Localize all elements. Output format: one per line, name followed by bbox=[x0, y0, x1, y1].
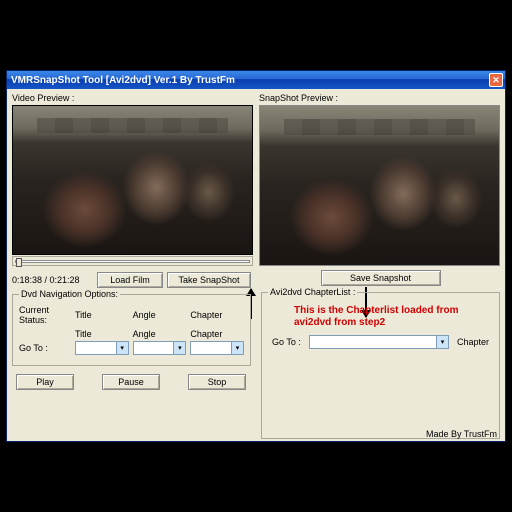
snapshot-still bbox=[260, 106, 499, 265]
video-still bbox=[13, 106, 252, 254]
chapterlist-note: This is the Chapterlist loaded from avi2… bbox=[294, 305, 493, 329]
window-body: Video Preview : SnapShot Preview : bbox=[7, 89, 505, 441]
close-icon: ✕ bbox=[492, 76, 500, 85]
load-film-button[interactable]: Load Film bbox=[97, 272, 163, 288]
snapshot-preview-box bbox=[259, 105, 500, 266]
take-snapshot-button[interactable]: Take SnapShot bbox=[167, 272, 251, 288]
left-controls: 0:18:38 / 0:21:28 Load Film Take SnapSho… bbox=[12, 266, 251, 439]
goto-label: Go To : bbox=[19, 343, 71, 353]
save-row: Save Snapshot bbox=[261, 270, 500, 286]
goto-chapter-combo[interactable]: ▾ bbox=[190, 341, 244, 355]
chapterlist-goto-label: Go To : bbox=[272, 337, 301, 347]
chapterlist-group: Avi2dvd ChapterList : This is the Chapte… bbox=[261, 292, 500, 439]
footer-credit: Made By TrustFm bbox=[426, 429, 497, 439]
save-snapshot-button[interactable]: Save Snapshot bbox=[321, 270, 441, 286]
playback-row: Play Pause Stop bbox=[12, 374, 251, 390]
current-status-label: Current Status: bbox=[19, 305, 71, 325]
goto-headers: Title Angle Chapter bbox=[19, 329, 244, 339]
chevron-down-icon: ▾ bbox=[173, 342, 185, 354]
seek-track bbox=[15, 260, 250, 263]
video-preview-label: Video Preview : bbox=[12, 93, 253, 103]
seek-slider[interactable] bbox=[12, 256, 253, 266]
goto-chapter-header: Chapter bbox=[190, 329, 244, 339]
goto-angle-combo[interactable]: ▾ bbox=[133, 341, 187, 355]
pause-button[interactable]: Pause bbox=[102, 374, 160, 390]
status-title-header: Title bbox=[75, 310, 129, 320]
dvd-nav-group: Dvd Navigation Options: Current Status: … bbox=[12, 294, 251, 366]
time-button-row: 0:18:38 / 0:21:28 Load Film Take SnapSho… bbox=[12, 272, 251, 288]
play-button[interactable]: Play bbox=[16, 374, 74, 390]
previews-row: Video Preview : SnapShot Preview : bbox=[12, 93, 500, 266]
status-angle-header: Angle bbox=[133, 310, 187, 320]
chevron-down-icon: ▾ bbox=[436, 336, 448, 348]
chapter-suffix: Chapter bbox=[457, 337, 489, 347]
lower-panels: 0:18:38 / 0:21:28 Load Film Take SnapSho… bbox=[12, 266, 500, 439]
chevron-down-icon: ▾ bbox=[116, 342, 128, 354]
video-preview-pane: Video Preview : bbox=[12, 93, 253, 266]
status-row: Current Status: Title Angle Chapter bbox=[19, 305, 244, 325]
status-chapter-header: Chapter bbox=[190, 310, 244, 320]
chevron-down-icon: ▾ bbox=[231, 342, 243, 354]
chapterlist-title: Avi2dvd ChapterList : bbox=[268, 287, 357, 297]
snapshot-preview-pane: SnapShot Preview : bbox=[259, 93, 500, 266]
right-controls: Save Snapshot Avi2dvd ChapterList : This… bbox=[261, 266, 500, 439]
timecode: 0:18:38 / 0:21:28 bbox=[12, 275, 93, 285]
titlebar: VMRSnapShot Tool [Avi2dvd] Ver.1 By Trus… bbox=[7, 71, 505, 89]
seek-thumb[interactable] bbox=[16, 258, 22, 267]
app-window: VMRSnapShot Tool [Avi2dvd] Ver.1 By Trus… bbox=[6, 70, 506, 442]
goto-angle-header: Angle bbox=[133, 329, 187, 339]
snapshot-preview-label: SnapShot Preview : bbox=[259, 93, 500, 103]
stop-button[interactable]: Stop bbox=[188, 374, 246, 390]
chapterlist-combo[interactable]: ▾ bbox=[309, 335, 449, 349]
video-preview-box bbox=[12, 105, 253, 255]
chapterlist-goto-row: Go To : ▾ Chapter bbox=[268, 335, 493, 349]
goto-title-combo[interactable]: ▾ bbox=[75, 341, 129, 355]
window-title: VMRSnapShot Tool [Avi2dvd] Ver.1 By Trus… bbox=[11, 75, 235, 86]
close-button[interactable]: ✕ bbox=[489, 73, 503, 87]
goto-title-header: Title bbox=[75, 329, 129, 339]
dvd-nav-title: Dvd Navigation Options: bbox=[19, 289, 120, 299]
goto-row: Go To : ▾ ▾ ▾ bbox=[19, 341, 244, 355]
